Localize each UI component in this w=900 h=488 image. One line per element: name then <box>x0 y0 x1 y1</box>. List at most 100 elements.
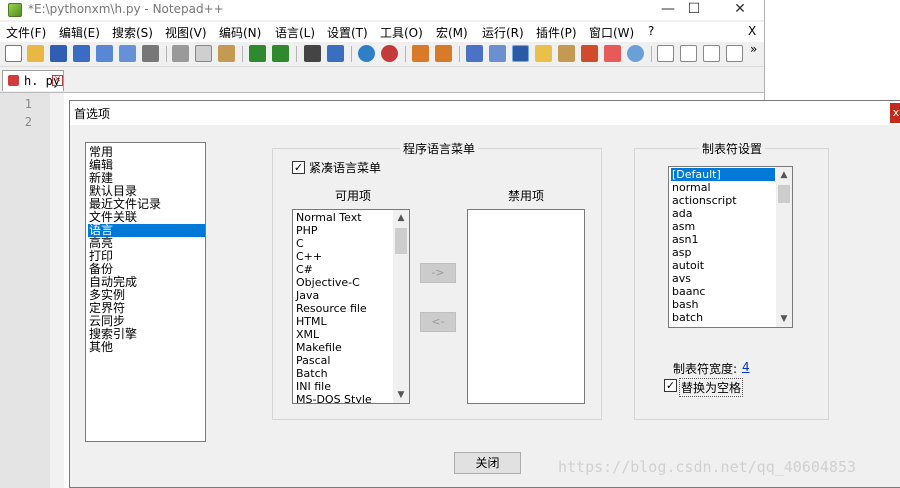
folder-workspace-icon[interactable] <box>604 45 621 62</box>
word-wrap-icon[interactable] <box>466 45 483 62</box>
compact-language-menu-checkbox[interactable]: ✓ <box>292 161 305 174</box>
list-item[interactable]: avs <box>671 272 691 285</box>
list-item[interactable]: C <box>295 237 304 250</box>
scroll-down-icon[interactable]: ▼ <box>393 387 409 403</box>
menu-plugins[interactable]: 插件(P) <box>536 24 577 41</box>
menu-window[interactable]: 窗口(W) <box>589 24 634 41</box>
menu-tools[interactable]: 工具(O) <box>380 24 423 41</box>
move-to-disabled-button[interactable]: -> <box>420 263 456 283</box>
new-file-icon[interactable] <box>5 45 22 62</box>
scroll-down-icon[interactable]: ▼ <box>776 311 792 327</box>
available-list-scrollbar[interactable]: ▲ ▼ <box>393 210 409 403</box>
list-item[interactable]: ada <box>671 207 692 220</box>
move-to-available-button[interactable]: <- <box>420 312 456 332</box>
list-item[interactable]: Objective-C <box>295 276 360 289</box>
list-item[interactable]: Makefile <box>295 341 342 354</box>
undo-icon[interactable] <box>249 45 266 62</box>
indent-guide-icon[interactable] <box>512 45 529 62</box>
user-language-icon[interactable] <box>535 45 552 62</box>
toolbar-overflow-icon[interactable]: » <box>750 42 757 56</box>
menu-search[interactable]: 搜索(S) <box>112 24 153 41</box>
document-map-icon[interactable] <box>558 45 575 62</box>
zoom-out-icon[interactable] <box>381 45 398 62</box>
list-item[interactable]: autoit <box>671 259 704 272</box>
list-item[interactable]: INI file <box>295 380 331 393</box>
tab-width-value-link[interactable]: 4 <box>742 360 750 374</box>
monitoring-icon[interactable] <box>627 45 644 62</box>
category-list[interactable]: 常用 编辑 新建 默认目录 最近文件记录 文件关联 语言 高亮 打印 备份 自动… <box>85 142 206 442</box>
list-item[interactable]: PHP <box>295 224 318 237</box>
list-item[interactable]: batch <box>671 311 703 324</box>
replace-icon[interactable] <box>327 45 344 62</box>
zoom-in-icon[interactable] <box>358 45 375 62</box>
category-item[interactable]: 其他 <box>88 341 205 354</box>
close-tab-icon[interactable]: ✕ <box>52 75 63 86</box>
scroll-thumb[interactable] <box>778 185 790 203</box>
find-icon[interactable] <box>304 45 321 62</box>
close-button[interactable]: 关闭 <box>454 452 521 474</box>
tab-h-py[interactable]: h. py ✕ <box>2 70 64 91</box>
menu-macro[interactable]: 宏(M) <box>436 24 468 41</box>
record-macro-icon[interactable] <box>657 45 674 62</box>
show-all-chars-icon[interactable] <box>489 45 506 62</box>
redo-icon[interactable] <box>272 45 289 62</box>
list-item[interactable]: HTML <box>295 315 327 328</box>
tab-list-scrollbar[interactable]: ▲ ▼ <box>776 167 792 327</box>
sync-vertical-icon[interactable] <box>412 45 429 62</box>
sync-horizontal-icon[interactable] <box>435 45 452 62</box>
close-window-button[interactable]: ✕ <box>718 0 762 20</box>
list-item[interactable]: Normal Text <box>295 211 362 224</box>
run-macro-multiple-icon[interactable] <box>726 45 743 62</box>
list-item[interactable]: bash <box>671 298 698 311</box>
list-item[interactable]: baanc <box>671 285 705 298</box>
menu-settings[interactable]: 设置(T) <box>327 24 368 41</box>
compact-language-menu-label[interactable]: 紧凑语言菜单 <box>309 159 381 176</box>
menu-language[interactable]: 语言(L) <box>275 24 315 41</box>
menu-file[interactable]: 文件(F) <box>6 24 46 41</box>
list-item[interactable]: asn1 <box>671 233 698 246</box>
menu-encoding[interactable]: 编码(N) <box>219 24 261 41</box>
list-item[interactable]: Resource file <box>295 302 367 315</box>
scroll-up-icon[interactable]: ▲ <box>393 210 409 226</box>
list-item[interactable]: MS-DOS Style <box>295 393 372 403</box>
open-file-icon[interactable] <box>27 45 44 62</box>
notepadpp-icon <box>8 3 22 17</box>
replace-with-space-checkbox[interactable]: ✓ <box>664 379 677 392</box>
scroll-thumb[interactable] <box>395 228 407 254</box>
menu-view[interactable]: 视图(V) <box>165 24 207 41</box>
scroll-up-icon[interactable]: ▲ <box>776 167 792 183</box>
copy-icon[interactable] <box>195 45 212 62</box>
list-item[interactable]: actionscript <box>671 194 737 207</box>
close-file-icon[interactable] <box>96 45 113 62</box>
list-item[interactable]: asp <box>671 246 691 259</box>
stop-macro-icon[interactable] <box>680 45 697 62</box>
replace-with-space-label[interactable]: 替换为空格 <box>679 378 744 397</box>
function-list-icon[interactable] <box>581 45 598 62</box>
tab-language-list[interactable]: [Default] normal actionscript ada asm as… <box>668 166 793 328</box>
list-item[interactable]: C# <box>295 263 313 276</box>
maximize-button[interactable]: ☐ <box>672 0 716 20</box>
dialog-close-button[interactable]: x <box>890 103 900 123</box>
list-item[interactable]: Java <box>295 289 319 302</box>
list-item-default[interactable]: [Default] <box>671 168 775 181</box>
list-item[interactable]: C++ <box>295 250 322 263</box>
disabled-languages-list[interactable] <box>467 209 585 404</box>
list-item[interactable]: XML <box>295 328 319 341</box>
save-icon[interactable] <box>50 45 67 62</box>
paste-icon[interactable] <box>218 45 235 62</box>
available-languages-list[interactable]: Normal Text PHP C C++ C# Objective-C Jav… <box>292 209 410 404</box>
list-item[interactable]: normal <box>671 181 711 194</box>
menu-edit[interactable]: 编辑(E) <box>59 24 100 41</box>
list-item[interactable]: Batch <box>295 367 328 380</box>
list-item[interactable]: Pascal <box>295 354 330 367</box>
close-document-button[interactable]: X <box>748 24 756 38</box>
play-macro-icon[interactable] <box>703 45 720 62</box>
menu-help[interactable]: ? <box>648 24 654 38</box>
list-item[interactable]: asm <box>671 220 695 233</box>
menu-run[interactable]: 运行(R) <box>482 24 524 41</box>
close-all-icon[interactable] <box>119 45 136 62</box>
cut-icon[interactable] <box>172 45 189 62</box>
print-icon[interactable] <box>142 45 159 62</box>
save-all-icon[interactable] <box>73 45 90 62</box>
title-bar: *E:\pythonxm\h.py - Notepad++ — ☐ ✕ <box>0 0 764 20</box>
